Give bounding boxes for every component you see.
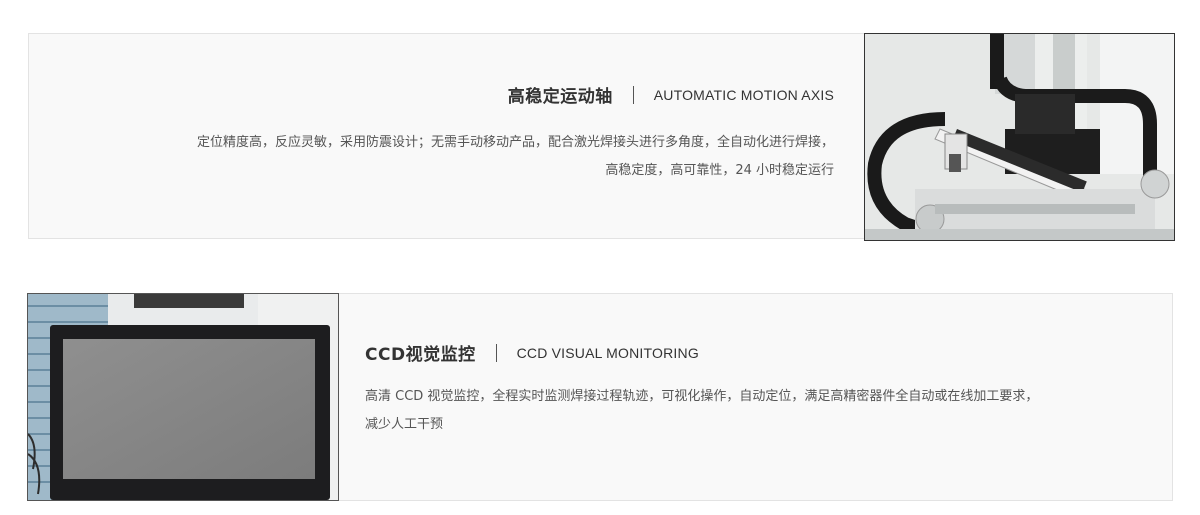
feature-motion-axis: 高稳定运动轴 AUTOMATIC MOTION AXIS 定位精度高，反应灵敏，… — [28, 33, 1175, 241]
description-line: 减少人工干预 — [365, 417, 444, 432]
feature-title-row: CCD视觉监控 CCD VISUAL MONITORING — [365, 340, 1085, 365]
feature-title-cn: 高稳定运动轴 — [507, 87, 613, 107]
feature-text: 高稳定运动轴 AUTOMATIC MOTION AXIS 定位精度高，反应灵敏，… — [29, 82, 834, 185]
title-divider — [632, 85, 634, 104]
feature-title-en: AUTOMATIC MOTION AXIS — [653, 86, 834, 103]
feature-title-row: 高稳定运动轴 AUTOMATIC MOTION AXIS — [29, 82, 834, 107]
feature-title-en: CCD VISUAL MONITORING — [516, 344, 699, 361]
feature-ccd-monitoring: CCD视觉监控 CCD VISUAL MONITORING 高清 CCD 视觉监… — [27, 293, 1173, 501]
feature-title-cn: CCD视觉监控 — [365, 345, 476, 365]
description-line: 定位精度高，反应灵敏，采用防震设计；无需手动移动产品，配合激光焊接头进行多角度，… — [196, 135, 834, 150]
feature-description: 高清 CCD 视觉监控，全程实时监测焊接过程轨迹，可视化操作，自动定位，满足高精… — [365, 383, 1085, 439]
feature-description: 定位精度高，反应灵敏，采用防震设计；无需手动移动产品，配合激光焊接头进行多角度，… — [29, 129, 834, 185]
description-line: 高清 CCD 视觉监控，全程实时监测焊接过程轨迹，可视化操作，自动定位，满足高精… — [365, 389, 1039, 404]
ccd-monitor-image — [27, 293, 339, 501]
description-line: 高稳定度，高可靠性，24 小时稳定运行 — [605, 163, 834, 178]
title-divider — [495, 343, 497, 362]
motion-axis-machine-illustration — [865, 34, 1174, 240]
feature-text: CCD视觉监控 CCD VISUAL MONITORING 高清 CCD 视觉监… — [365, 340, 1085, 439]
motion-axis-image — [864, 33, 1175, 241]
ccd-monitor-screen-illustration — [28, 294, 338, 500]
